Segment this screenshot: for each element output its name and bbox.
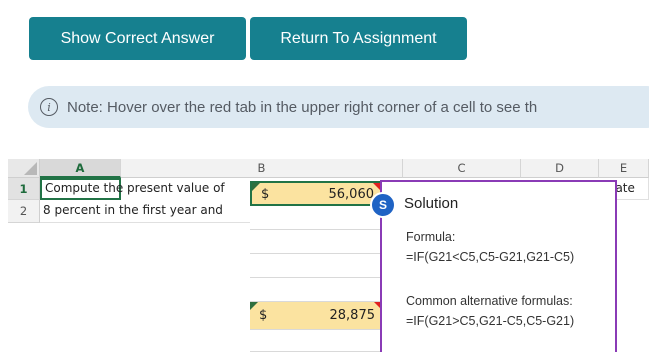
input-cell-b2[interactable]: $ 28,875 <box>250 302 383 330</box>
column-header-c[interactable]: C <box>403 159 521 178</box>
cell-a2[interactable]: 8 percent in the first year and <box>40 200 254 223</box>
column-header-b[interactable]: B <box>121 159 403 178</box>
currency-symbol: $ <box>259 308 268 323</box>
solution-badge-icon: S <box>370 192 396 218</box>
input-marker-icon <box>252 183 260 191</box>
cell-a1-text: Compute the present value of <box>45 181 225 195</box>
hover-note-banner: i Note: Hover over the red tab in the up… <box>28 86 649 128</box>
formula-text: =IF(G21<C5,C5-G21,G21-C5) <box>406 250 575 264</box>
formula-label: Formula: <box>406 230 456 244</box>
empty-cell[interactable] <box>250 230 383 254</box>
currency-symbol: $ <box>261 187 270 202</box>
column-header-e[interactable]: E <box>599 159 649 178</box>
solution-title: Solution <box>404 195 459 212</box>
input-cell-b1[interactable]: $ 56,060 <box>250 181 383 206</box>
cell-value: 56,060 <box>328 187 375 202</box>
note-text: Note: Hover over the red tab in the uppe… <box>67 98 538 116</box>
empty-cell[interactable] <box>250 278 383 302</box>
column-b-inputs: $ 56,060 $ 28,875 <box>250 181 383 352</box>
solution-popup: Solution Formula: =IF(G21<C5,C5-G21,G21-… <box>380 180 617 352</box>
return-to-assignment-button[interactable]: Return To Assignment <box>250 17 467 60</box>
empty-cell[interactable] <box>250 330 383 352</box>
info-icon: i <box>40 98 58 116</box>
row-header-2[interactable]: 2 <box>8 200 40 223</box>
show-correct-answer-button[interactable]: Show Correct Answer <box>29 17 246 60</box>
column-header-a[interactable]: A <box>40 159 121 178</box>
column-header-d[interactable]: D <box>521 159 599 178</box>
row-header-1[interactable]: 1 <box>8 178 40 200</box>
alternative-formula-text: =IF(G21>C5,G21-C5,C5-G21) <box>406 314 575 328</box>
alternative-formulas-label: Common alternative formulas: <box>406 294 573 308</box>
input-marker-icon <box>250 302 258 310</box>
empty-cell[interactable] <box>250 206 383 230</box>
select-all-corner[interactable] <box>8 159 40 178</box>
empty-cell[interactable] <box>250 254 383 278</box>
cell-value: 28,875 <box>329 308 376 323</box>
